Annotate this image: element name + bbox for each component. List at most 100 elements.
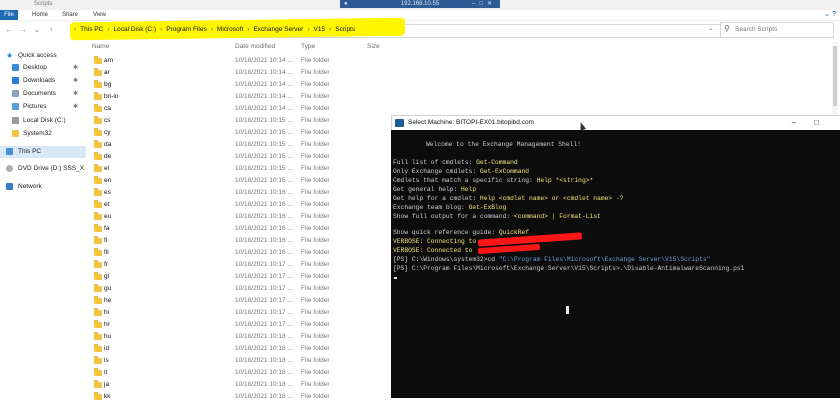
scrollbar-thumb[interactable] [833,46,837,106]
pin-icon[interactable]: ● [344,0,348,8]
search-box[interactable]: ⚲ [720,22,834,38]
sidebar-item-network[interactable]: Network [0,181,86,193]
file-name: et [104,201,110,208]
sidebar-item-local-disk[interactable]: Local Disk (C:) [0,115,86,127]
remote-host-tab[interactable]: ● 192.168.10.55 –□✕ [340,0,500,8]
console-text: Only Exchange cmdlets: [393,168,480,175]
file-row[interactable]: kk 10/18/2021 10:18 ... File folder [88,391,398,403]
address-dropdown-icon[interactable]: ⌄ [708,25,713,32]
console-line: Only Exchange cmdlets: Get-ExCommand [393,167,529,176]
sidebar-item-downloads[interactable]: Downloads ✱ [0,75,86,87]
file-name: el [104,165,110,172]
file-row[interactable]: am 10/18/2021 10:14 ... File folder [88,55,398,67]
sidebar-item-dvd-drive[interactable]: DVD Drive (D:) SSS_X [0,163,86,175]
file-row[interactable]: el 10/18/2021 10:15 ... File folder [88,163,398,175]
tab-file[interactable]: File [0,10,18,20]
column-header-date[interactable]: Date modified [235,42,275,52]
pin-icon[interactable]: ✱ [73,88,78,100]
breadcrumb-microsoft[interactable]: Microsoft [215,24,245,36]
folder-icon [94,176,102,184]
file-row[interactable]: de 10/18/2021 10:15 ... File folder [88,151,398,163]
file-date: 10/18/2021 10:15 ... [235,117,293,124]
file-date: 10/18/2021 10:16 ... [235,249,293,256]
file-row[interactable]: ca 10/18/2021 10:14 ... File folder [88,103,398,115]
file-name: eu [104,213,112,220]
file-row[interactable]: gl 10/18/2021 10:17 ... File folder [88,271,398,283]
sidebar-item-label: Local Disk (C:) [23,117,66,124]
file-row[interactable]: id 10/18/2021 10:18 ... File folder [88,343,398,355]
tab-share[interactable]: Share [62,10,78,20]
file-row[interactable]: cy 10/18/2021 10:15 ... File folder [88,127,398,139]
console-text: Show quick reference guide: [393,229,499,236]
file-row[interactable]: fil 10/18/2021 10:16 ... File folder [88,247,398,259]
up-arrow-icon[interactable]: ↑ [46,24,56,36]
sidebar-item-this-pc[interactable]: This PC [0,146,86,158]
file-name: fa [104,225,110,232]
sidebar-item-system32[interactable]: System32 [0,128,86,140]
breadcrumb-this-pc[interactable]: This PC [78,24,105,36]
address-row: ← → ⌄ ↑ › This PC › Local Disk (C:) › Pr… [0,17,840,41]
pin-icon[interactable]: ✱ [73,62,78,74]
file-row[interactable]: es 10/18/2021 10:16 ... File folder [88,187,398,199]
file-row[interactable]: et 10/18/2021 10:16 ... File folder [88,199,398,211]
breadcrumb-exchange-server[interactable]: Exchange Server [251,24,305,36]
powershell-console[interactable]: Welcome to the Exchange Management Shell… [391,130,840,398]
folder-icon [94,68,102,76]
tab-view[interactable]: View [93,10,106,20]
sidebar-item-desktop[interactable]: Desktop ✱ [0,62,86,74]
file-row[interactable]: fi 10/18/2021 10:16 ... File folder [88,235,398,247]
folder-icon [94,92,102,100]
file-type: File folder [301,153,330,160]
breadcrumb-local-disk[interactable]: Local Disk (C:) [111,24,158,36]
powershell-window-controls[interactable]: –□ [792,116,837,130]
file-row[interactable]: ja 10/18/2021 10:18 ... File folder [88,379,398,391]
console-text: Get help for a cmdlet: [393,195,480,202]
folder-icon [94,332,102,340]
file-row[interactable]: hr 10/18/2021 10:17 ... File folder [88,319,398,331]
back-arrow-icon[interactable]: ← [4,24,14,36]
file-row[interactable]: fa 10/18/2021 10:16 ... File folder [88,223,398,235]
file-row[interactable]: is 10/18/2021 10:18 ... File folder [88,355,398,367]
file-row[interactable]: he 10/18/2021 10:17 ... File folder [88,295,398,307]
file-row[interactable]: it 10/18/2021 10:18 ... File folder [88,367,398,379]
file-row[interactable]: da 10/18/2021 10:15 ... File folder [88,139,398,151]
column-header-name[interactable]: Name [92,42,109,52]
powershell-title-bar[interactable]: Select Machine: BITOPI-EX01.bitopibd.com… [391,115,840,130]
breadcrumb-v15[interactable]: V15 [312,24,328,36]
recent-locations-icon[interactable]: ⌄ [32,24,42,36]
file-name: fi [104,237,108,244]
file-row[interactable]: gu 10/18/2021 10:17 ... File folder [88,283,398,295]
breadcrumb-program-files[interactable]: Program Files [164,24,208,36]
pin-icon[interactable]: ✱ [73,75,78,87]
pin-icon[interactable]: ✱ [73,101,78,113]
file-date: 10/18/2021 10:18 ... [235,393,293,400]
forward-arrow-icon[interactable]: → [18,24,28,36]
search-input[interactable] [735,24,829,35]
console-caret [394,277,397,279]
tab-home[interactable]: Home [32,10,48,20]
column-header-type[interactable]: Type [301,42,315,52]
folder-icon [94,152,102,160]
file-row[interactable]: bg 10/18/2021 10:14 ... File folder [88,79,398,91]
file-row[interactable]: en 10/18/2021 10:15 ... File folder [88,175,398,187]
file-row[interactable]: cs 10/18/2021 10:15 ... File folder [88,115,398,127]
sidebar-item-documents[interactable]: Documents ✱ [0,88,86,100]
file-row[interactable]: hu 10/18/2021 10:18 ... File folder [88,331,398,343]
sidebar-item-label: Network [18,183,42,190]
file-row[interactable]: bn-in 10/18/2021 10:14 ... File folder [88,91,398,103]
remote-session-bar: Scripts ● 192.168.10.55 –□✕ [0,0,840,10]
file-row[interactable]: ar 10/18/2021 10:14 ... File folder [88,67,398,79]
sidebar-item-quick-access[interactable]: ★ Quick access [0,50,86,62]
file-row[interactable]: hi 10/18/2021 10:17 ... File folder [88,307,398,319]
sidebar-item-pictures[interactable]: Pictures ✱ [0,101,86,113]
breadcrumb-scripts[interactable]: Scripts [333,24,357,36]
file-row[interactable]: fr 10/18/2021 10:17 ... File folder [88,259,398,271]
breadcrumb[interactable]: › This PC › Local Disk (C:) › Program Fi… [72,24,357,36]
file-type: File folder [301,393,330,400]
column-header-size[interactable]: Size [367,42,380,52]
sidebar-item-label: Documents [23,90,56,97]
folder-icon [94,296,102,304]
help-icon[interactable]: ⌄ ? [824,10,836,20]
file-row[interactable]: eu 10/18/2021 10:16 ... File folder [88,211,398,223]
remote-window-controls[interactable]: –□✕ [472,0,496,8]
